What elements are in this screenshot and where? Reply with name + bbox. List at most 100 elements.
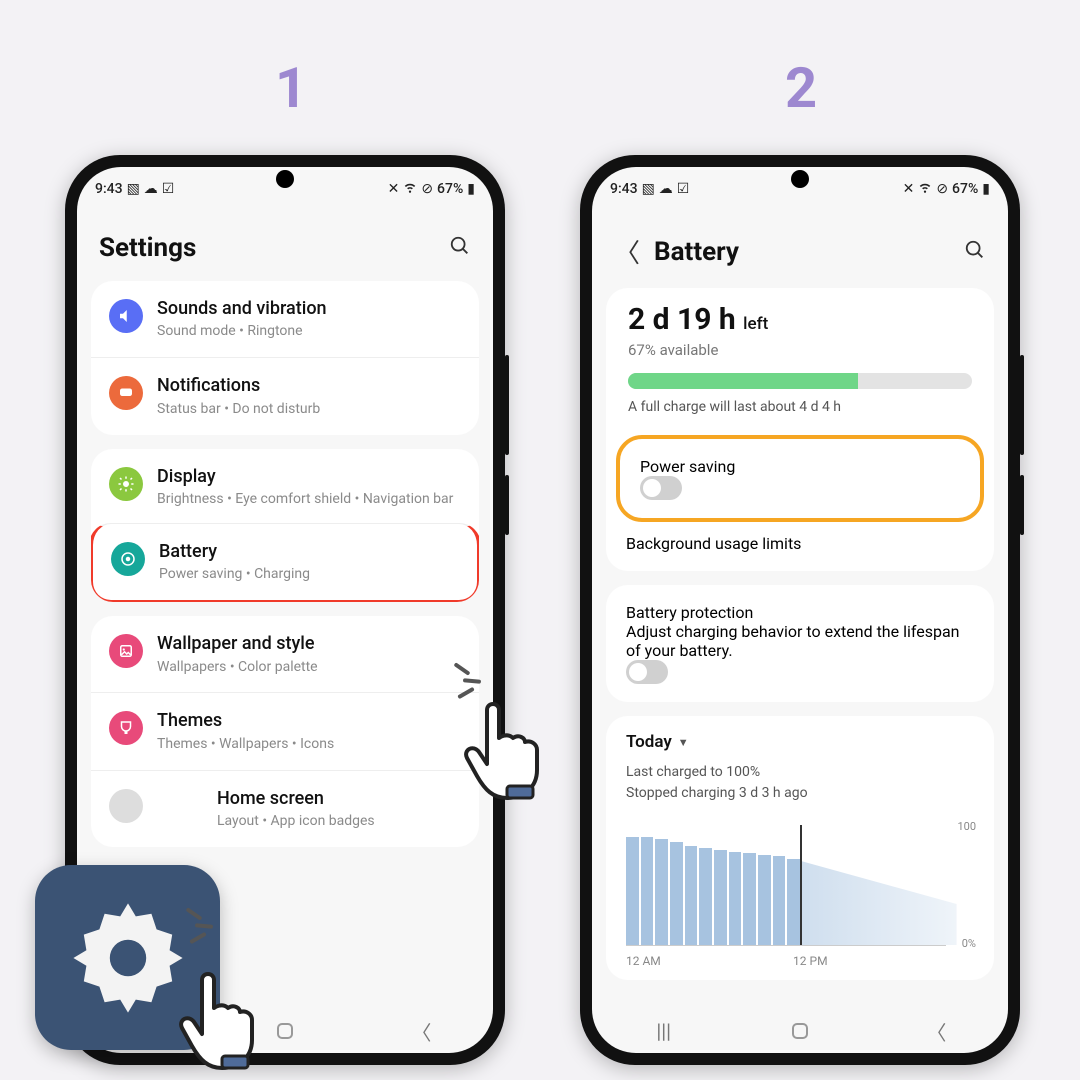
row-display[interactable]: Display Brightness • Eye comfort shield … bbox=[91, 449, 479, 525]
row-title: Wallpaper and style bbox=[157, 632, 461, 655]
battery-progress bbox=[628, 373, 972, 389]
row-sub: Power saving • Charging bbox=[159, 565, 459, 584]
status-wifi-icon bbox=[403, 180, 417, 198]
battery-protection-card: Battery protection Adjust charging behav… bbox=[606, 585, 994, 702]
row-notifications[interactable]: Notifications Status bar • Do not distur… bbox=[91, 357, 479, 434]
phone-frame-2: 9:43 ▧ ☁ ☑ ✕ ⊘ 67% ▮ 〈 Battery bbox=[580, 155, 1020, 1065]
status-battery-icon: ▮ bbox=[467, 181, 475, 197]
status-cloud-icon: ☁ bbox=[144, 181, 158, 197]
step-label-1: 1 bbox=[275, 55, 307, 121]
row-sub: Brightness • Eye comfort shield • Naviga… bbox=[157, 490, 461, 509]
row-title: Themes bbox=[157, 709, 461, 732]
row-battery-highlighted[interactable]: Battery Power saving • Charging bbox=[91, 523, 479, 602]
status-image-icon: ▧ bbox=[127, 181, 140, 197]
front-camera bbox=[276, 170, 294, 188]
status-battery-icon: ▮ bbox=[982, 181, 990, 197]
search-icon[interactable] bbox=[964, 239, 986, 265]
front-camera bbox=[791, 170, 809, 188]
chart-y-bottom: 0% bbox=[962, 937, 976, 950]
settings-group-1: Sounds and vibration Sound mode • Ringto… bbox=[91, 281, 479, 435]
status-battery-text: 67% bbox=[952, 181, 978, 197]
back-icon[interactable]: 〈 bbox=[614, 233, 640, 270]
status-check-icon: ☑ bbox=[677, 181, 690, 197]
battery-header: 〈 Battery bbox=[592, 203, 1008, 288]
display-icon bbox=[109, 467, 143, 501]
battery-protection-switch[interactable] bbox=[626, 660, 668, 684]
wallpaper-icon bbox=[109, 634, 143, 668]
row-sounds[interactable]: Sounds and vibration Sound mode • Ringto… bbox=[91, 281, 479, 357]
stopped-charging-text: Stopped charging 3 d 3 h ago bbox=[626, 783, 974, 804]
chart-axis bbox=[626, 945, 946, 946]
row-title: Display bbox=[157, 465, 461, 488]
battery-time-left: 2 d 19 h left bbox=[628, 302, 972, 337]
chart-now-line bbox=[800, 825, 802, 945]
status-time: 9:43 bbox=[95, 181, 123, 197]
row-bg-limits[interactable]: Background usage limits bbox=[606, 526, 994, 571]
nav-recent-icon[interactable]: ||| bbox=[649, 1019, 679, 1043]
settings-app-icon[interactable] bbox=[35, 865, 220, 1050]
tap-spark-icon bbox=[175, 910, 215, 950]
screen-battery: 9:43 ▧ ☁ ☑ ✕ ⊘ 67% ▮ 〈 Battery bbox=[592, 167, 1008, 1053]
chart-y-top: 100 bbox=[957, 820, 976, 833]
step-label-2: 2 bbox=[785, 55, 817, 121]
row-title: Sounds and vibration bbox=[157, 297, 461, 320]
power-saving-switch[interactable] bbox=[640, 476, 682, 500]
power-saving-highlight: Power saving bbox=[616, 435, 984, 522]
chevron-down-icon: ▼ bbox=[678, 736, 689, 749]
last-charged-text: Last charged to 100% bbox=[626, 762, 974, 783]
android-navbar: ||| 〈 bbox=[592, 1009, 1008, 1053]
nav-home-icon[interactable] bbox=[277, 1023, 293, 1039]
battery-summary-card: 2 d 19 h left 67% available A full charg… bbox=[606, 288, 994, 571]
row-sub: Wallpapers • Color palette bbox=[157, 658, 461, 677]
row-title: Notifications bbox=[157, 374, 461, 397]
settings-header: Settings bbox=[77, 203, 493, 281]
status-mute-icon: ✕ bbox=[388, 181, 400, 197]
chart-area-forecast bbox=[800, 837, 957, 945]
row-title: Battery bbox=[159, 540, 459, 563]
status-check-icon: ☑ bbox=[162, 181, 175, 197]
row-power-saving[interactable]: Power saving bbox=[620, 439, 980, 518]
row-title: Power saving bbox=[640, 457, 960, 476]
notification-icon bbox=[109, 376, 143, 410]
row-sub: Themes • Wallpapers • Icons bbox=[157, 735, 461, 754]
settings-group-2: Display Brightness • Eye comfort shield … bbox=[91, 449, 479, 603]
battery-usage-chart[interactable]: 100 0% 12 AM 12 PM bbox=[626, 820, 974, 970]
battery-history-card: Today ▼ Last charged to 100% Stopped cha… bbox=[606, 716, 994, 980]
row-title: Home screen bbox=[157, 787, 461, 810]
chart-x-right: 12 PM bbox=[793, 954, 828, 968]
battery-full-estimate: A full charge will last about 4 d 4 h bbox=[628, 399, 972, 415]
today-label: Today bbox=[626, 732, 672, 752]
row-sub: Sound mode • Ringtone bbox=[157, 322, 461, 341]
row-homescreen[interactable]: Home screen Layout • App icon badges bbox=[91, 770, 479, 847]
status-battery-text: 67% bbox=[437, 181, 463, 197]
themes-icon bbox=[109, 711, 143, 745]
status-image-icon: ▧ bbox=[642, 181, 655, 197]
nav-home-icon[interactable] bbox=[792, 1023, 808, 1039]
row-wallpaper[interactable]: Wallpaper and style Wallpapers • Color p… bbox=[91, 616, 479, 692]
settings-group-3: Wallpaper and style Wallpapers • Color p… bbox=[91, 616, 479, 847]
row-sub: Layout • App icon badges bbox=[157, 812, 461, 831]
home-icon bbox=[109, 789, 143, 823]
row-title: Battery protection bbox=[626, 603, 962, 622]
battery-progress-fill bbox=[628, 373, 858, 389]
battery-available: 67% available bbox=[628, 341, 972, 359]
row-themes[interactable]: Themes Themes • Wallpapers • Icons bbox=[91, 692, 479, 769]
today-dropdown[interactable]: Today ▼ bbox=[606, 716, 994, 758]
row-sub: Status bar • Do not disturb bbox=[157, 400, 461, 419]
sound-icon bbox=[109, 299, 143, 333]
status-nodata-icon: ⊘ bbox=[421, 181, 433, 197]
page-title: Settings bbox=[99, 233, 196, 263]
page-title: Battery bbox=[654, 237, 739, 267]
status-nodata-icon: ⊘ bbox=[936, 181, 948, 197]
status-wifi-icon bbox=[918, 180, 932, 198]
nav-back-icon[interactable]: 〈 bbox=[406, 1017, 436, 1046]
status-time: 9:43 bbox=[610, 181, 638, 197]
chart-x-left: 12 AM bbox=[626, 954, 661, 968]
search-icon[interactable] bbox=[449, 235, 471, 261]
chart-bars bbox=[626, 837, 800, 945]
row-battery-protection[interactable]: Battery protection Adjust charging behav… bbox=[606, 585, 994, 702]
row-title: Background usage limits bbox=[626, 534, 974, 553]
row-sub: Adjust charging behavior to extend the l… bbox=[626, 622, 962, 660]
nav-back-icon[interactable]: 〈 bbox=[921, 1017, 951, 1046]
status-mute-icon: ✕ bbox=[903, 181, 915, 197]
